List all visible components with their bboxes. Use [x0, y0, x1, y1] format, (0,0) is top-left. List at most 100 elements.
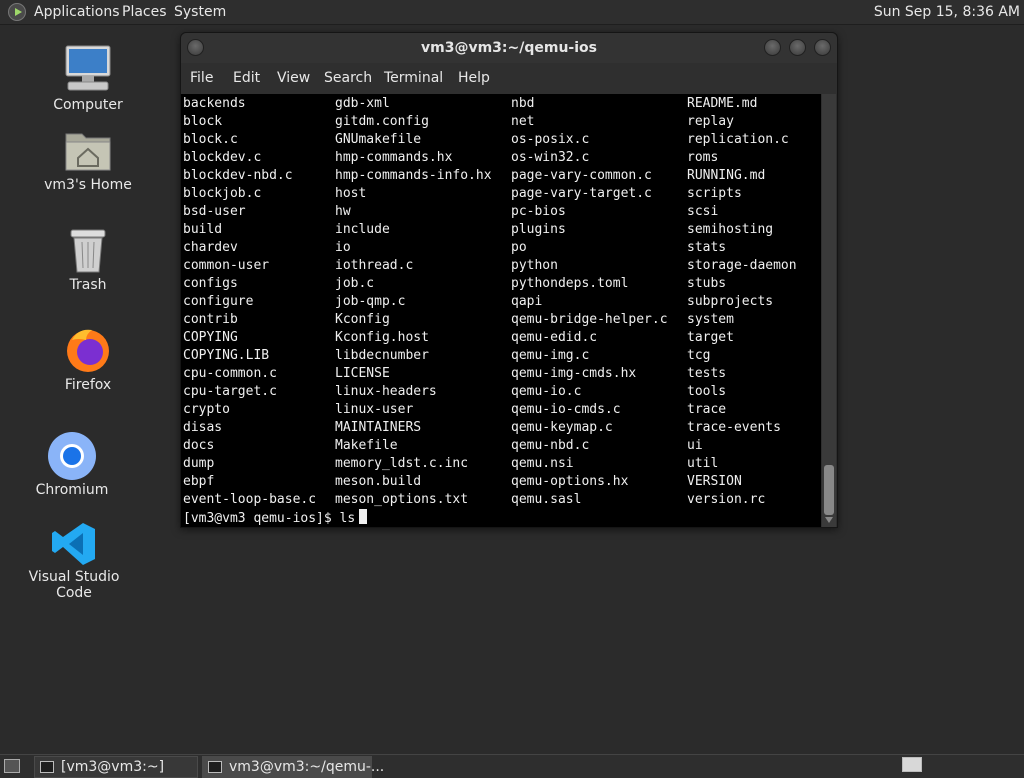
ls-entry: build [183, 222, 223, 237]
terminal-window[interactable]: vm3@vm3:~/qemu-ios File Edit View Search… [180, 32, 838, 528]
close-button[interactable] [814, 39, 831, 56]
bottom-panel: [vm3@vm3:~] vm3@vm3:~/qemu-... [0, 754, 1024, 778]
ls-entry: libdecnumber [335, 348, 429, 363]
terminal-icon [208, 761, 222, 773]
system-menu[interactable]: System [174, 4, 226, 20]
ls-entry: qemu.nsi [511, 456, 574, 471]
ls-entry: COPYING [183, 330, 238, 345]
ls-entry: util [687, 456, 719, 471]
ls-entry: job.c [335, 276, 375, 291]
ls-entry: stats [687, 240, 727, 255]
window-titlebar[interactable]: vm3@vm3:~/qemu-ios [181, 33, 837, 63]
window-title: vm3@vm3:~/qemu-ios [421, 40, 597, 56]
taskbar-item-home-terminal[interactable]: [vm3@vm3:~] [34, 756, 198, 778]
scroll-down-arrow-icon[interactable] [825, 517, 833, 523]
ls-entry: gdb-xml [335, 96, 390, 111]
places-menu[interactable]: Places [122, 4, 167, 20]
ls-column-1: backends block block.c blockdev.c blockdev-n… [183, 95, 316, 509]
ls-entry: tests [687, 366, 727, 381]
desktop-icon-home[interactable]: vm3's Home [23, 128, 153, 196]
show-desktop-icon[interactable] [4, 759, 20, 773]
ls-entry: VERSION [687, 474, 742, 489]
ls-entry: qemu-keymap.c [511, 420, 613, 435]
chromium-icon [48, 432, 96, 480]
ls-entry: disas [183, 420, 223, 435]
ls-column-4: README.md replay replication.c roms RUNNING.… [687, 95, 797, 509]
ls-entry: bsd-user [183, 204, 246, 219]
minimize-button[interactable] [764, 39, 781, 56]
menu-edit[interactable]: Edit [233, 70, 260, 86]
ls-entry: trace-events [687, 420, 781, 435]
menu-view[interactable]: View [277, 70, 310, 86]
ls-entry: pc-bios [511, 204, 566, 219]
desktop-icon-label: Firefox [64, 377, 112, 393]
ls-entry: memory_ldst.c.inc [335, 456, 469, 471]
ls-entry: README.md [687, 96, 758, 111]
ls-entry: qemu-options.hx [511, 474, 629, 489]
ls-entry: docs [183, 438, 215, 453]
ls-entry: meson.build [335, 474, 422, 489]
ls-entry: job-qmp.c [335, 294, 406, 309]
desktop-icon-chromium[interactable]: Chromium [7, 431, 137, 499]
command-prompt[interactable]: [vm3@vm3 qemu-ios]$ ls [183, 509, 368, 527]
taskbar-item-label: [vm3@vm3:~] [61, 759, 165, 775]
desktop-icon-computer[interactable]: Computer [23, 44, 153, 116]
ls-entry: stubs [687, 276, 727, 291]
ls-column-2: gdb-xml gitdm.config GNUmakefile hmp-comman… [335, 95, 492, 509]
ls-entry: target [687, 330, 734, 345]
desktop-icon-trash[interactable]: Trash [23, 228, 153, 296]
home-folder-icon [65, 133, 111, 171]
ls-entry: qemu-img-cmds.hx [511, 366, 637, 381]
ls-entry: block [183, 114, 223, 129]
maximize-button[interactable] [789, 39, 806, 56]
ls-entry: linux-headers [335, 384, 437, 399]
desktop-icon-vscode[interactable]: Visual Studio Code [9, 521, 139, 601]
terminal-menubar: File Edit View Search Terminal Help [181, 65, 837, 92]
ls-entry: configs [183, 276, 238, 291]
ls-entry: os-posix.c [511, 132, 590, 147]
ls-entry: tcg [687, 348, 711, 363]
ls-entry: include [335, 222, 390, 237]
vscode-icon [52, 523, 95, 565]
ls-entry: RUNNING.md [687, 168, 766, 183]
menu-terminal[interactable]: Terminal [384, 70, 443, 86]
ls-entry: qemu-edid.c [511, 330, 598, 345]
top-panel: Applications Places System Sun Sep 15, 8… [0, 0, 1024, 25]
terminal-icon [40, 761, 54, 773]
ls-entry: ui [687, 438, 703, 453]
menu-help[interactable]: Help [458, 70, 490, 86]
ls-entry: pythondeps.toml [511, 276, 629, 291]
terminal-output[interactable]: backends block block.c blockdev.c blockdev-n… [181, 94, 821, 527]
text-cursor [359, 509, 368, 524]
workspace-switcher[interactable] [902, 757, 922, 772]
ls-entry: hmp-commands-info.hx [335, 168, 492, 183]
menu-file[interactable]: File [190, 70, 213, 86]
ls-entry: MAINTAINERS [335, 420, 422, 435]
ls-entry: Makefile [335, 438, 398, 453]
ls-entry: io [335, 240, 351, 255]
ls-entry: system [687, 312, 734, 327]
ls-entry: qemu-io-cmds.c [511, 402, 621, 417]
ls-entry: GNUmakefile [335, 132, 422, 147]
desktop-icon-firefox[interactable]: Firefox [23, 326, 153, 394]
ls-entry: qemu-io.c [511, 384, 582, 399]
ls-entry: scripts [687, 186, 742, 201]
ls-entry: replay [687, 114, 734, 129]
desktop-icon-label: vm3's Home [44, 177, 132, 193]
terminal-scrollbar[interactable] [822, 94, 836, 527]
ls-entry: crypto [183, 402, 230, 417]
taskbar-item-qemu-terminal[interactable]: vm3@vm3:~/qemu-... [202, 756, 384, 778]
menu-search[interactable]: Search [324, 70, 372, 86]
ls-entry: qapi [511, 294, 543, 309]
applications-menu-icon[interactable] [8, 3, 26, 21]
ls-entry: replication.c [687, 132, 789, 147]
ls-entry: roms [687, 150, 719, 165]
ls-entry: plugins [511, 222, 566, 237]
ls-entry: subprojects [687, 294, 774, 309]
applications-menu[interactable]: Applications [34, 4, 120, 20]
clock[interactable]: Sun Sep 15, 8:36 AM [874, 4, 1020, 20]
scrollbar-thumb[interactable] [824, 465, 834, 515]
taskbar-item-label: vm3@vm3:~/qemu-... [229, 759, 385, 775]
ls-entry: ebpf [183, 474, 215, 489]
ls-entry: linux-user [335, 402, 414, 417]
